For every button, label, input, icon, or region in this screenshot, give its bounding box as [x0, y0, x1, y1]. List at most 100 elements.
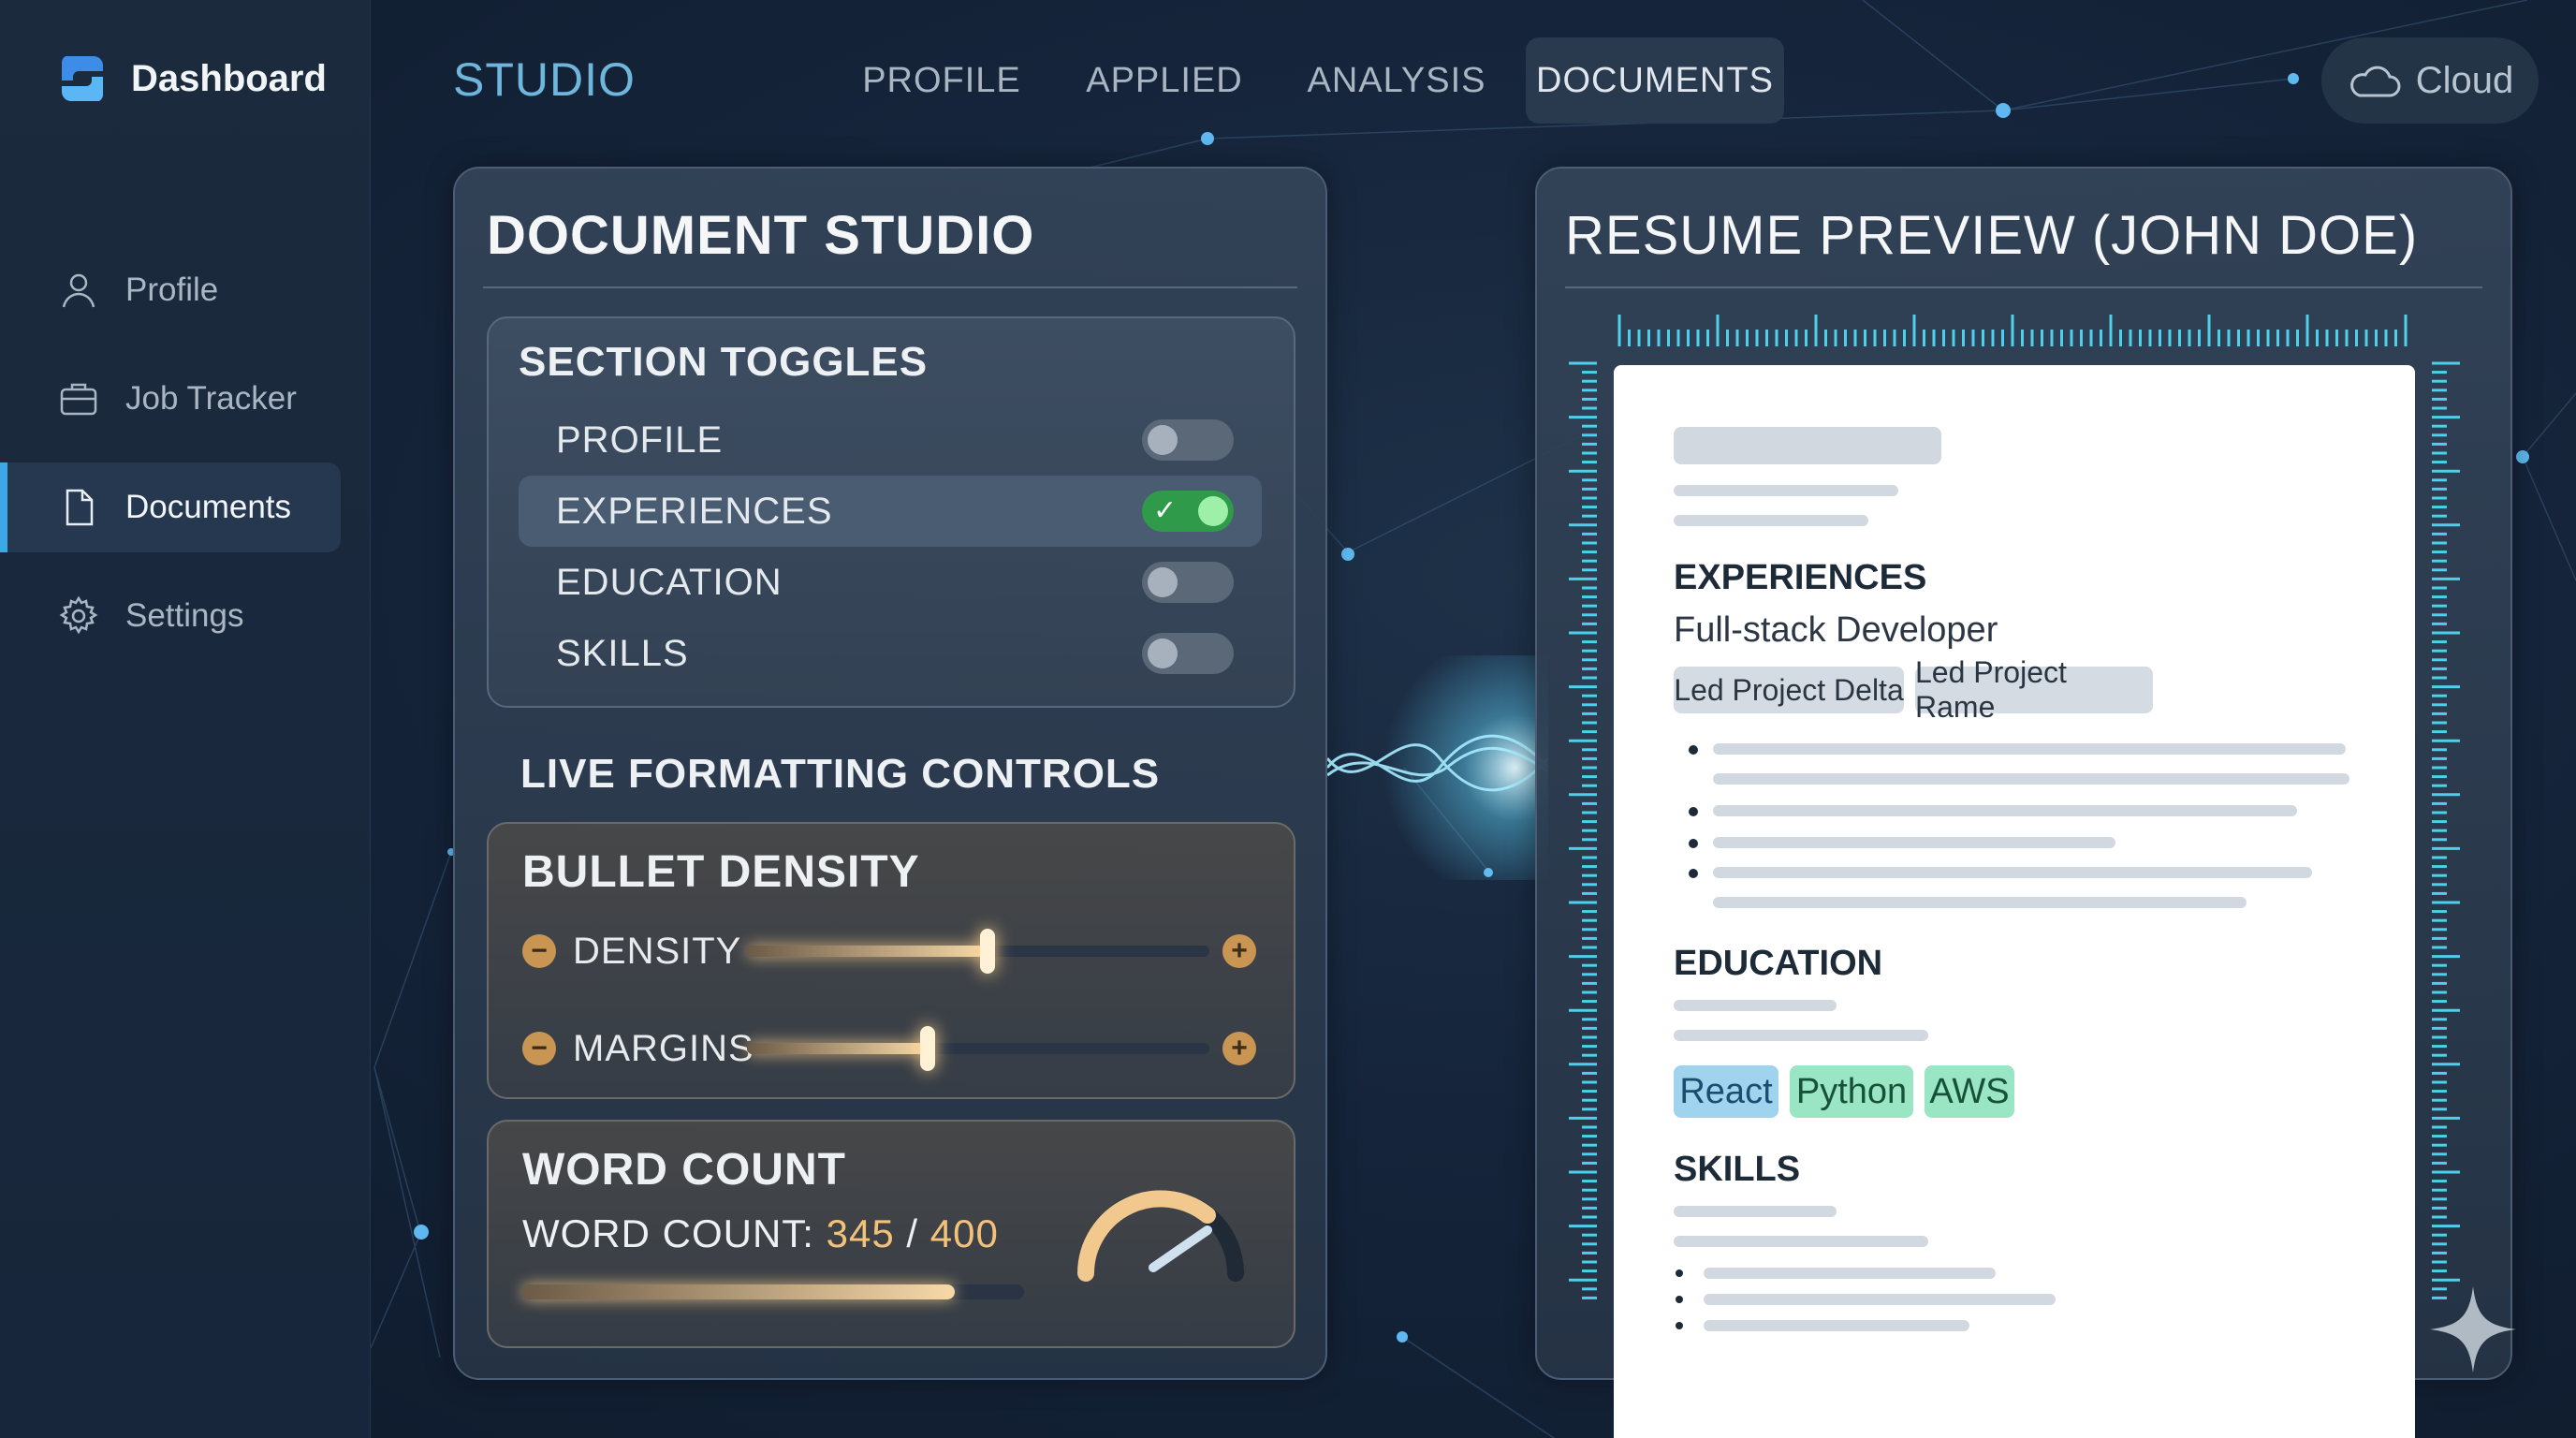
- education-heading: EDUCATION: [1674, 944, 1883, 983]
- skill-chip-aws: AWS: [1925, 1065, 2014, 1118]
- toggle-knob: [1198, 496, 1228, 526]
- bullet: [1676, 1296, 1683, 1303]
- density-increase-button[interactable]: +: [1222, 934, 1256, 968]
- text-placeholder: [1713, 773, 2349, 785]
- text-placeholder: [1674, 1206, 1837, 1217]
- gauge-icon: [1077, 1190, 1244, 1282]
- text-placeholder: [1674, 515, 1868, 526]
- profile-toggle[interactable]: [1142, 419, 1234, 461]
- bullet: [1689, 807, 1698, 816]
- skill-chip-python: Python: [1790, 1065, 1913, 1118]
- word-count-current: 345: [826, 1211, 895, 1255]
- word-count-separator: /: [906, 1211, 919, 1255]
- toggle-row-experiences[interactable]: EXPERIENCES ✓: [519, 476, 1262, 547]
- text-placeholder: [1704, 1320, 1969, 1331]
- sidebar-item-settings[interactable]: Settings: [0, 571, 341, 661]
- toggle-knob: [1148, 638, 1178, 668]
- document-icon: [66, 489, 94, 526]
- tab-applied[interactable]: APPLIED: [1075, 37, 1254, 124]
- margins-slider[interactable]: [747, 1026, 1209, 1071]
- job-title: Full-stack Developer: [1674, 610, 1998, 650]
- horizontal-ruler: [1617, 315, 2408, 346]
- word-count-prefix: WORD COUNT:: [522, 1211, 814, 1255]
- sidebar-item-label: Profile: [125, 271, 219, 308]
- sidebar-item-documents[interactable]: Documents: [0, 462, 341, 552]
- cloud-label: Cloud: [2415, 59, 2514, 101]
- left-vertical-ruler: [1569, 361, 1597, 1299]
- tab-profile[interactable]: PROFILE: [848, 37, 1035, 124]
- energy-wave-decoration: [1327, 655, 1548, 880]
- margins-slider-thumb[interactable]: [920, 1026, 935, 1071]
- word-count-progress-fill: [522, 1284, 955, 1299]
- text-placeholder: [1704, 1294, 2056, 1305]
- density-slider[interactable]: [747, 929, 1209, 974]
- briefcase-icon: [60, 383, 97, 416]
- toggle-row-profile[interactable]: PROFILE: [519, 404, 1262, 476]
- cloud-button[interactable]: Cloud: [2321, 37, 2539, 124]
- sidebar: Dashboard Profile Job Tracker Documents …: [0, 0, 371, 1438]
- project-chip: Led Project Delta: [1674, 667, 1904, 713]
- experiences-toggle[interactable]: ✓: [1142, 491, 1234, 532]
- text-placeholder: [1704, 1268, 1996, 1279]
- sidebar-item-label: Settings: [125, 597, 244, 634]
- text-placeholder: [1713, 805, 2297, 816]
- toggle-knob: [1148, 425, 1178, 455]
- toggle-label: SKILLS: [556, 633, 689, 674]
- name-placeholder: [1674, 427, 1941, 464]
- skills-heading: SKILLS: [1674, 1150, 1801, 1189]
- section-toggles-heading: SECTION TOGGLES: [519, 339, 929, 385]
- bullet: [1689, 745, 1698, 755]
- text-placeholder: [1713, 743, 2346, 755]
- text-placeholder: [1674, 1030, 1928, 1041]
- document-studio-title: DOCUMENT STUDIO: [487, 205, 1035, 266]
- sidebar-item-label: Documents: [125, 489, 292, 525]
- skill-chip-react: React: [1674, 1065, 1778, 1118]
- text-placeholder: [1713, 897, 2247, 908]
- panel-divider: [483, 286, 1297, 288]
- sparkle-icon: [2430, 1286, 2516, 1372]
- margins-increase-button[interactable]: +: [1222, 1032, 1256, 1065]
- word-count-heading: WORD COUNT: [522, 1145, 846, 1195]
- toggle-label: EDUCATION: [556, 562, 783, 603]
- bullet: [1689, 869, 1698, 878]
- app-logo-icon: [61, 56, 104, 101]
- toggle-label: EXPERIENCES: [556, 491, 833, 532]
- toggle-row-education[interactable]: EDUCATION: [519, 547, 1262, 618]
- toggle-knob: [1148, 567, 1178, 597]
- skills-toggle[interactable]: [1142, 633, 1234, 674]
- panel-divider: [1565, 286, 2482, 288]
- bullet: [1676, 1322, 1683, 1329]
- right-vertical-ruler: [2432, 361, 2460, 1299]
- tab-analysis[interactable]: ANALYSIS: [1295, 37, 1498, 124]
- cloud-icon: [2349, 66, 2401, 97]
- bullet: [1689, 839, 1698, 848]
- gear-icon: [59, 595, 98, 635]
- margins-label: MARGINS: [573, 1028, 754, 1069]
- sidebar-item-label: Job Tracker: [125, 380, 297, 417]
- density-decrease-button[interactable]: −: [522, 934, 556, 968]
- margins-decrease-button[interactable]: −: [522, 1032, 556, 1065]
- brand-name[interactable]: Dashboard: [131, 58, 327, 100]
- sidebar-item-profile[interactable]: Profile: [0, 245, 341, 335]
- toggle-label: PROFILE: [556, 419, 724, 461]
- text-placeholder: [1713, 867, 2312, 878]
- word-count-progress-bar: [522, 1284, 1024, 1299]
- formatting-heading: LIVE FORMATTING CONTROLS: [520, 751, 1161, 797]
- experiences-heading: EXPERIENCES: [1674, 558, 1927, 597]
- text-placeholder: [1674, 485, 1898, 496]
- word-count-readout: WORD COUNT: 345 / 400: [522, 1211, 999, 1256]
- check-icon: ✓: [1153, 495, 1178, 526]
- education-toggle[interactable]: [1142, 562, 1234, 603]
- page-title: STUDIO: [453, 53, 636, 106]
- user-icon: [62, 273, 95, 308]
- density-label: DENSITY: [573, 931, 742, 972]
- toggle-row-skills[interactable]: SKILLS: [519, 618, 1262, 689]
- bullet: [1676, 1269, 1683, 1277]
- text-placeholder: [1713, 837, 2115, 848]
- margins-slider-fill: [747, 1043, 928, 1054]
- density-slider-fill: [747, 946, 988, 957]
- sidebar-item-job-tracker[interactable]: Job Tracker: [0, 354, 341, 444]
- density-slider-thumb[interactable]: [980, 929, 995, 974]
- tab-documents[interactable]: DOCUMENTS: [1526, 37, 1784, 124]
- text-placeholder: [1674, 1000, 1837, 1011]
